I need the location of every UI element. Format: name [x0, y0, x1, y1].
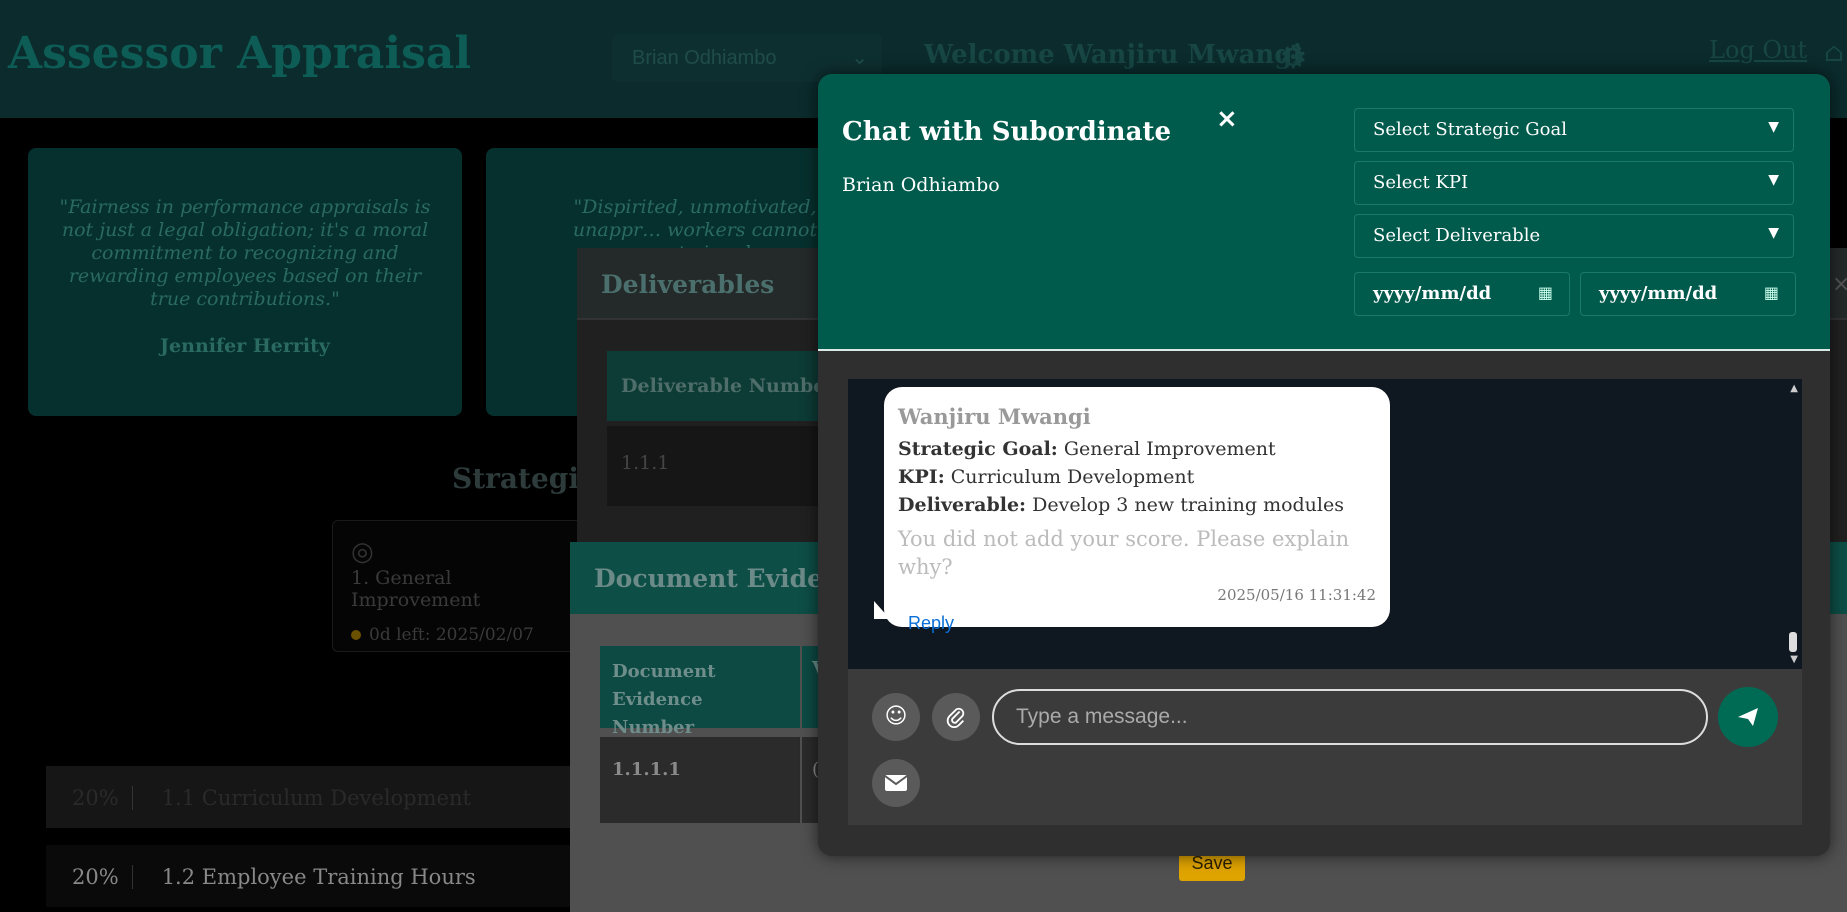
- message-kpi-value: Curriculum Development: [950, 466, 1195, 488]
- message-bubble: Wanjiru Mwangi Strategic Goal: General I…: [884, 387, 1390, 633]
- gear-icon[interactable]: ⚙: [1279, 38, 1308, 76]
- envelope-icon[interactable]: [872, 759, 920, 807]
- target-icon: ◎: [351, 537, 374, 567]
- close-button[interactable]: ×: [1216, 104, 1238, 134]
- kpi-label: 1.1 Curriculum Development: [161, 786, 471, 810]
- calendar-icon[interactable]: ▦: [1764, 283, 1779, 302]
- scrollbar-thumb[interactable]: [1789, 632, 1797, 652]
- close-icon[interactable]: ×: [1832, 272, 1847, 297]
- message-deliverable: Deliverable: Develop 3 new training modu…: [898, 491, 1376, 519]
- send-icon[interactable]: [1718, 687, 1778, 747]
- kpi-row[interactable]: 20% 1.1 Curriculum Development: [46, 766, 606, 828]
- kpi-select[interactable]: Select KPI ▼: [1354, 161, 1794, 205]
- date-from-input[interactable]: yyyy/mm/dd ▦: [1354, 272, 1570, 316]
- deliverable-select[interactable]: Select Deliverable ▼: [1354, 214, 1794, 258]
- document-evidence-number-header: Document Evidence Number: [600, 646, 800, 738]
- date-to-input[interactable]: yyyy/mm/dd ▦: [1580, 272, 1796, 316]
- caret-down-icon: ▼: [1768, 119, 1779, 135]
- goal-due: 0d left: 2025/02/07: [351, 625, 563, 645]
- kpi-label: 1.2 Employee Training Hours: [161, 865, 476, 889]
- kpi-weight: 20%: [72, 786, 133, 810]
- strategic-goal-select[interactable]: Select Strategic Goal ▼: [1354, 108, 1794, 152]
- document-evidence-number-cell: 1.1.1.1: [600, 737, 800, 823]
- message-goal: Strategic Goal: General Improvement: [898, 435, 1376, 463]
- calendar-icon[interactable]: ▦: [1538, 283, 1553, 302]
- quote-author: Jennifer Herrity: [160, 335, 330, 357]
- kpi-select-label: Select KPI: [1373, 172, 1469, 193]
- welcome-text: Welcome Wanjiru Mwangi: [924, 40, 1303, 70]
- kpi-row[interactable]: 20% 1.2 Employee Training Hours: [46, 845, 606, 907]
- send-svg: [1738, 708, 1758, 726]
- message-deliverable-label: Deliverable:: [898, 494, 1027, 516]
- chat-header: Chat with Subordinate Brian Odhiambo × S…: [818, 74, 1830, 351]
- message-composer: ☺: [848, 669, 1802, 825]
- quote-card: "Fairness in performance appraisals is n…: [28, 148, 462, 416]
- date-from-placeholder: yyyy/mm/dd: [1373, 283, 1492, 304]
- deliverable-select-label: Select Deliverable: [1373, 225, 1541, 246]
- caret-down-icon: ▼: [1768, 225, 1779, 241]
- kpi-weight: 20%: [72, 865, 133, 889]
- message-list[interactable]: ▲ ▼ Wanjiru Mwangi Strategic Goal: Gener…: [848, 379, 1802, 669]
- chat-modal: Chat with Subordinate Brian Odhiambo × S…: [818, 74, 1830, 856]
- section-title: Strategic: [452, 462, 597, 495]
- logout-link[interactable]: Log Out: [1709, 36, 1807, 64]
- quote-text: "Fairness in performance appraisals is n…: [59, 196, 431, 310]
- employee-select-value: Brian Odhiambo: [632, 47, 777, 69]
- subordinate-name: Brian Odhiambo: [842, 174, 1000, 196]
- status-dot: [351, 630, 361, 640]
- scroll-up-arrow[interactable]: ▲: [1790, 383, 1798, 394]
- message-deliverable-value: Develop 3 new training modules: [1032, 494, 1344, 516]
- scroll-down-arrow[interactable]: ▼: [1790, 654, 1798, 665]
- envelope-svg: [884, 775, 908, 791]
- goal-due-text: 0d left: 2025/02/07: [369, 625, 534, 645]
- goal-label: 1. General Improvement: [351, 567, 481, 611]
- date-to-placeholder: yyyy/mm/dd: [1599, 283, 1718, 304]
- emoji-icon[interactable]: ☺: [872, 693, 920, 741]
- chat-title: Chat with Subordinate: [842, 117, 1171, 147]
- message-goal-label: Strategic Goal:: [898, 438, 1058, 460]
- caret-down-icon: ▼: [1768, 172, 1779, 188]
- strategic-goal-select-label: Select Strategic Goal: [1373, 119, 1568, 140]
- message-sender: Wanjiru Mwangi: [898, 404, 1091, 429]
- message-input[interactable]: [992, 689, 1708, 745]
- message-timestamp: 2025/05/16 11:31:42: [1217, 586, 1376, 604]
- message-kpi-label: KPI:: [898, 466, 945, 488]
- message-goal-value: General Improvement: [1063, 438, 1276, 460]
- reply-link[interactable]: Reply: [908, 609, 1376, 637]
- message-kpi: KPI: Curriculum Development: [898, 463, 1376, 491]
- app-title: Assessor Appraisal: [8, 28, 472, 79]
- paperclip-icon[interactable]: [932, 693, 980, 741]
- home-icon[interactable]: ⌂: [1824, 38, 1844, 68]
- paperclip-svg: [946, 707, 965, 728]
- message-question: You did not add your score. Please expla…: [898, 527, 1350, 579]
- goal-card[interactable]: ◎ 1. General Improvement 0d left: 2025/0…: [332, 520, 582, 652]
